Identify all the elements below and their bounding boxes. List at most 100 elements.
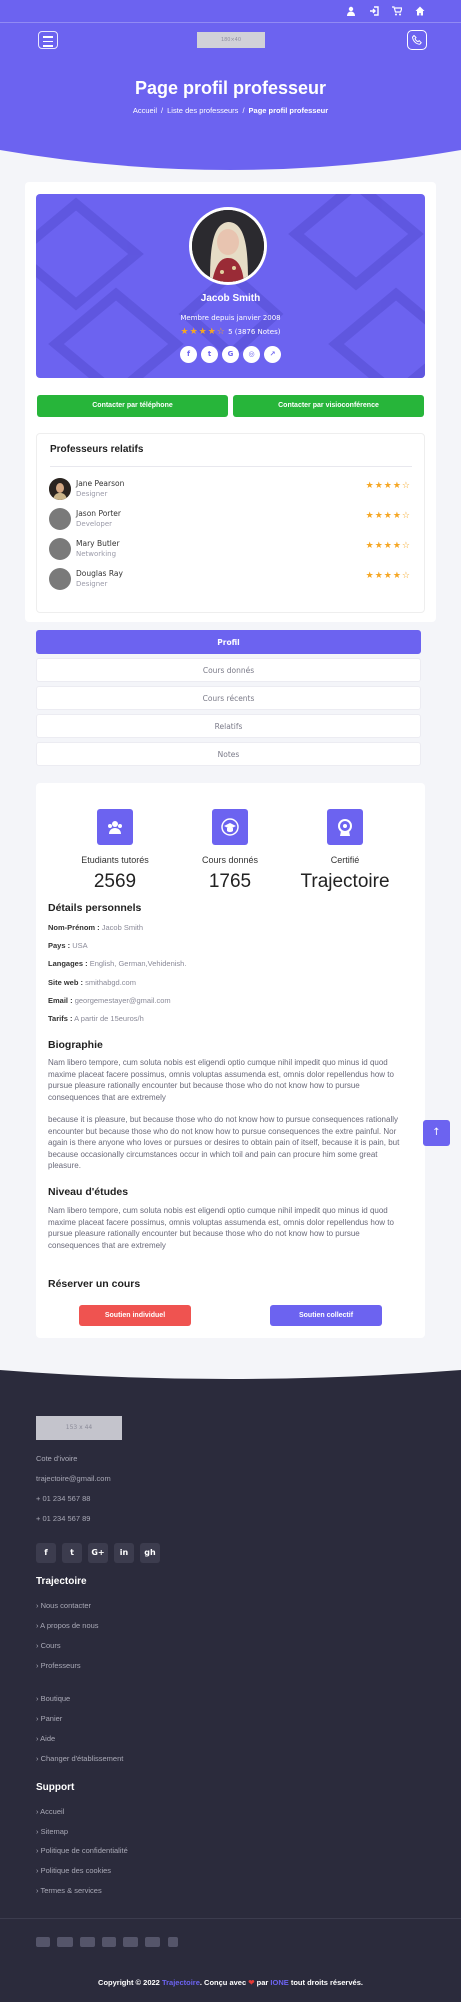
facebook-icon[interactable]: f xyxy=(36,1543,56,1563)
details-title: Détails personnels xyxy=(48,902,142,914)
stat-label: Cours donnés xyxy=(201,855,259,865)
jcb-icon xyxy=(102,1937,116,1947)
related-professors: Professeurs relatifs Jane Pearson Design… xyxy=(36,433,425,613)
related-name[interactable]: Douglas Ray xyxy=(76,569,123,578)
list-item[interactable]: Mary Butler Networking ★★★★☆ xyxy=(49,536,413,560)
breadcrumb-current: Page profil professeur xyxy=(248,106,329,115)
footer-link[interactable]: Nous contacter xyxy=(36,1601,91,1610)
tab-cours-recents[interactable]: Cours récents xyxy=(36,686,421,710)
contact-video-button[interactable]: Contacter par visioconférence xyxy=(233,395,424,417)
detail-row: Nom-Prénom : Jacob Smith xyxy=(48,923,144,932)
profile-rating: ★★★★☆ 5 (3876 Notes) xyxy=(36,327,425,337)
footer-col3-title: Support xyxy=(36,1782,75,1793)
related-role: Developer xyxy=(76,520,113,528)
footer-link[interactable]: Accueil xyxy=(36,1807,64,1816)
breadcrumb-home[interactable]: Accueil xyxy=(133,106,157,115)
related-name[interactable]: Jason Porter xyxy=(76,509,121,518)
stat-label: Etudiants tutorés xyxy=(81,855,149,865)
related-name[interactable]: Jane Pearson xyxy=(76,479,124,488)
scroll-to-top-button[interactable]: ↑ xyxy=(423,1120,450,1146)
avatar xyxy=(49,538,71,560)
list-item[interactable]: Jane Pearson Designer ★★★★☆ xyxy=(49,476,413,500)
bio-paragraph-2: because it is pleasure, but because thos… xyxy=(48,1115,400,1170)
footer-logo[interactable]: 153 x 44 xyxy=(36,1416,122,1440)
phone-button[interactable] xyxy=(407,30,427,50)
sign-in-icon[interactable] xyxy=(369,6,379,16)
footer xyxy=(0,1370,461,2002)
footer-link[interactable]: Politique des cookies xyxy=(36,1866,111,1875)
level-paragraph: Nam libero tempore, cum soluta nobis est… xyxy=(48,1206,394,1250)
profile-member-since: Membre depuis janvier 2008 xyxy=(180,314,281,322)
linkedin-icon[interactable]: in xyxy=(114,1543,134,1563)
tab-cours-donnes[interactable]: Cours donnés xyxy=(36,658,421,682)
tab-notes[interactable]: Notes xyxy=(36,742,421,766)
tab-relatifs[interactable]: Relatifs xyxy=(36,714,421,738)
brand-link[interactable]: Trajectoire xyxy=(162,1978,200,1987)
rating-stars: ★★★★☆ xyxy=(365,571,411,581)
users-icon xyxy=(97,809,133,845)
list-item[interactable]: Jason Porter Developer ★★★★☆ xyxy=(49,506,413,530)
footer-divider xyxy=(0,1918,461,1919)
tab-profil[interactable]: Profil xyxy=(36,630,421,654)
header-wave xyxy=(0,150,461,180)
twitter-icon[interactable]: t xyxy=(62,1543,82,1563)
footer-phone-1[interactable]: + 01 234 567 88 xyxy=(36,1494,90,1503)
footer-link[interactable]: A propos de nous xyxy=(36,1621,98,1630)
footer-phone-2[interactable]: + 01 234 567 89 xyxy=(36,1514,90,1523)
footer-link[interactable]: Politique de confidentialité xyxy=(36,1846,128,1855)
heart-icon: ❤ xyxy=(248,1978,255,1987)
certificate-icon xyxy=(327,809,363,845)
site-logo[interactable]: 180×40 xyxy=(197,32,265,48)
stat-value: 2569 xyxy=(93,871,137,892)
footer-link[interactable]: Boutique xyxy=(36,1694,71,1703)
related-name[interactable]: Mary Butler xyxy=(76,539,120,548)
facebook-icon[interactable]: f xyxy=(180,346,197,363)
share-icon[interactable]: ↗ xyxy=(264,346,281,363)
page-header: 180×40 Page profil professeur Accueil / Li… xyxy=(0,0,461,170)
footer-email[interactable]: trajectoire@gmail.com xyxy=(36,1474,111,1483)
booking-title: Réserver un cours xyxy=(48,1278,141,1290)
collective-support-button[interactable]: Soutien collectif xyxy=(270,1305,382,1326)
detail-row: Tarifs : A partir de 15euros/h xyxy=(48,1014,144,1023)
detail-row: Site web : smithabgd.com xyxy=(48,978,136,987)
footer-link[interactable]: Sitemap xyxy=(36,1827,69,1836)
rating-stars: ★★★★☆ xyxy=(365,511,411,521)
phone-icon xyxy=(412,35,422,45)
author-link[interactable]: IONE xyxy=(270,1978,288,1987)
google-plus-icon[interactable]: G+ xyxy=(88,1543,108,1563)
level-title: Niveau d'études xyxy=(48,1186,129,1198)
top-icons xyxy=(346,6,425,16)
footer-link[interactable]: Aide xyxy=(36,1734,55,1743)
list-item[interactable]: Douglas Ray Designer ★★★★☆ xyxy=(49,566,413,590)
google-icon[interactable]: G xyxy=(222,346,239,363)
breadcrumb: Accueil / Liste des professeurs / Page profi… xyxy=(132,106,329,115)
amex-icon xyxy=(36,1937,50,1947)
website-link[interactable]: smithabgd.com xyxy=(85,978,136,987)
breadcrumb-list[interactable]: Liste des professeurs xyxy=(167,106,238,115)
avatar xyxy=(49,478,71,500)
stat-students: Etudiants tutorés 2569 xyxy=(55,809,175,893)
contact-phone-button[interactable]: Contacter par téléphone xyxy=(37,395,228,417)
footer-link[interactable]: Professeurs xyxy=(36,1661,81,1670)
footer-link[interactable]: Termes & services xyxy=(36,1886,101,1895)
twitter-icon[interactable]: t xyxy=(201,346,218,363)
avatar xyxy=(49,568,71,590)
detail-row: Langages : English, German,Vehidenish. xyxy=(48,959,187,968)
home-icon[interactable] xyxy=(415,6,425,16)
cart-icon[interactable] xyxy=(392,6,402,16)
profile-name: Jacob Smith xyxy=(200,293,261,304)
instagram-icon[interactable]: ◎ xyxy=(243,346,260,363)
mastercard-icon xyxy=(145,1937,160,1947)
user-icon[interactable] xyxy=(346,6,356,16)
menu-button[interactable] xyxy=(38,31,58,49)
individual-support-button[interactable]: Soutien individuel xyxy=(79,1305,191,1326)
bio-paragraph-1: Nam libero tempore, cum soluta nobis est… xyxy=(48,1058,394,1102)
credit-card-icon xyxy=(80,1937,95,1947)
stat-value: Trajectoire xyxy=(300,871,390,892)
github-icon[interactable]: gh xyxy=(140,1543,160,1563)
top-bar xyxy=(0,0,461,23)
footer-link[interactable]: Panier xyxy=(36,1714,63,1723)
footer-link[interactable]: Cours xyxy=(36,1641,61,1650)
email-link[interactable]: georgemestayer@gmail.com xyxy=(75,996,171,1005)
footer-link[interactable]: Changer d'établissement xyxy=(36,1754,124,1763)
